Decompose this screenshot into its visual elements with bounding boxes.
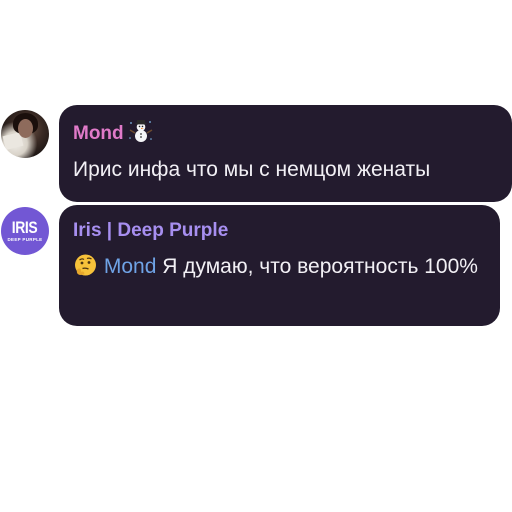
message-bubble: Mond Ирис инфа что мы с немцом женаты: [59, 105, 512, 202]
sender-name[interactable]: Iris | Deep Purple: [73, 220, 486, 242]
avatar-iris[interactable]: IRIS DEEP PURPLE: [1, 207, 49, 255]
sender-name[interactable]: Mond: [73, 119, 498, 149]
thinking-face-icon: [73, 253, 98, 284]
avatar-iris-title: IRIS: [12, 218, 38, 237]
message-text: Mond Я думаю, что вероятность 100%: [73, 253, 493, 284]
sender-name-label: Mond: [73, 123, 124, 144]
message-text-body: Я думаю, что вероятность 100%: [162, 255, 478, 278]
snowman-icon: [128, 119, 154, 149]
mention-link[interactable]: Mond: [104, 255, 157, 278]
message-text: Ирис инфа что мы с немцом женаты: [73, 158, 431, 181]
avatar-photo-face: [18, 119, 33, 138]
avatar-iris-subtitle: DEEP PURPLE: [7, 237, 43, 242]
avatar-mond[interactable]: [1, 110, 49, 158]
chat-screenshot: Mond Ирис инфа что мы с немцом женаты IR…: [0, 0, 512, 512]
message-bubble: Iris | Deep Purple Mond Я думаю, что вер…: [59, 205, 500, 326]
